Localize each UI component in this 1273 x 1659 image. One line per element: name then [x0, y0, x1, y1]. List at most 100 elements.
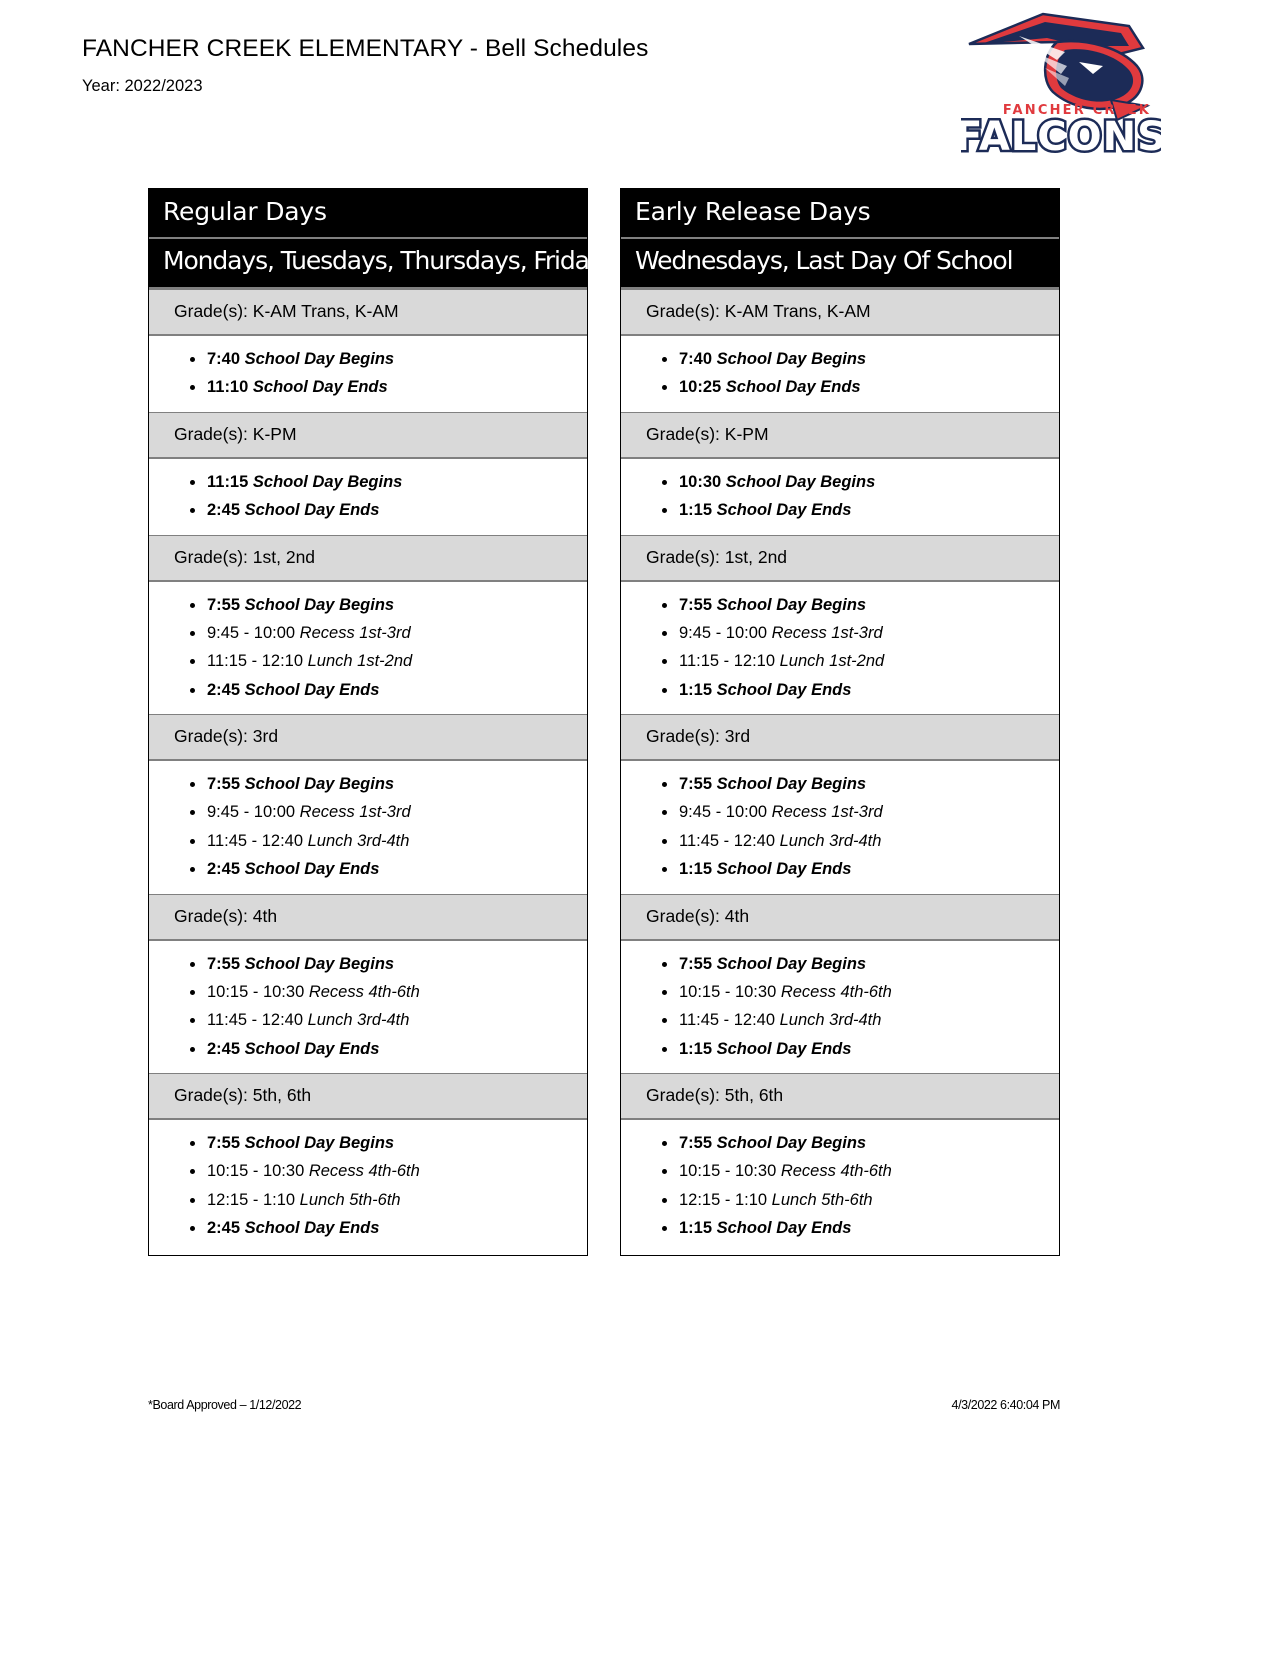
event-label: Recess 4th-6th: [308, 982, 420, 1001]
event-label: School Day Begins: [244, 350, 395, 368]
grade-events: 7:40 School Day Begins 11:10 School Day E…: [149, 336, 587, 412]
event-item: 1:15 School Day Ends: [662, 1214, 1059, 1242]
event-list: 11:15 School Day Begins 2:45 School Day E…: [149, 468, 587, 525]
grade-header: Grade(s): 5th, 6th: [149, 1073, 587, 1120]
event-list: 7:55 School Day Begins 10:15 - 10:30 Rece…: [149, 950, 587, 1064]
event-label: School Day Begins: [716, 1134, 867, 1152]
event-label: School Day Ends: [716, 501, 852, 520]
event-label: School Day Begins: [244, 775, 395, 793]
grade-events: 7:55 School Day Begins 10:15 - 10:30 Rece…: [149, 940, 587, 1073]
event-label: School Day Ends: [244, 860, 380, 879]
logo-mascot-text: FALCONS: [961, 112, 1161, 159]
event-label: Lunch 5th-6th: [299, 1190, 401, 1209]
event-item: 1:15 School Day Ends: [662, 676, 1059, 704]
event-item: 7:55 School Day Begins: [662, 591, 1059, 619]
event-time: 11:45 - 12:40: [207, 1011, 304, 1030]
event-list: 7:55 School Day Begins 9:45 - 10:00 Reces…: [621, 770, 1059, 884]
event-label: Recess 1st-3rd: [299, 803, 411, 822]
event-list: 7:55 School Day Begins 10:15 - 10:30 Rece…: [149, 1129, 587, 1243]
event-item: 10:15 - 10:30 Recess 4th-6th: [662, 978, 1059, 1006]
event-item: 11:10 School Day Ends: [190, 373, 587, 401]
board-approval-note: *Board Approved – 1/12/2022: [148, 1398, 302, 1412]
page-title: FANCHER CREEK ELEMENTARY - Bell Schedule…: [82, 35, 649, 62]
event-label: School Day Begins: [725, 472, 876, 491]
event-time: 7:55: [207, 954, 241, 973]
grade-events: 7:55 School Day Begins 9:45 - 10:00 Reces…: [149, 761, 587, 894]
event-time: 12:15 - 1:10: [207, 1190, 296, 1209]
event-label: School Day Ends: [725, 378, 861, 397]
event-time: 9:45 - 10:00: [679, 623, 768, 642]
event-item: 9:45 - 10:00 Recess 1st-3rd: [190, 619, 587, 647]
grade-events: 7:40 School Day Begins 10:25 School Day E…: [621, 336, 1059, 412]
grade-events: 7:55 School Day Begins 9:45 - 10:00 Reces…: [149, 581, 587, 714]
event-list: 7:55 School Day Begins 10:15 - 10:30 Rece…: [621, 1129, 1059, 1243]
event-item: 2:45 School Day Ends: [190, 1214, 587, 1242]
event-time: 7:55: [207, 1134, 241, 1152]
event-time: 7:55: [679, 775, 713, 793]
event-time: 12:15 - 1:10: [679, 1190, 768, 1209]
event-item: 12:15 - 1:10 Lunch 5th-6th: [190, 1186, 587, 1214]
event-label: School Day Ends: [716, 860, 852, 879]
document-header: FANCHER CREEK ELEMENTARY - Bell Schedule…: [82, 34, 942, 96]
event-label: School Day Ends: [244, 680, 380, 699]
grade-header: Grade(s): K-PM: [149, 411, 587, 459]
event-time: 7:55: [679, 595, 713, 614]
event-label: School Day Ends: [716, 1039, 852, 1058]
event-label: School Day Ends: [244, 1039, 380, 1058]
event-item: 10:25 School Day Ends: [662, 373, 1059, 401]
event-time: 1:15: [679, 1219, 713, 1238]
event-time: 11:45 - 12:40: [207, 831, 304, 850]
schedule-table-days: Wednesdays, Last Day Of School: [621, 239, 1059, 289]
event-label: School Day Ends: [244, 501, 380, 520]
event-time: 10:15 - 10:30: [207, 1162, 305, 1181]
event-time: 9:45 - 10:00: [679, 803, 768, 822]
event-item: 11:45 - 12:40 Lunch 3rd-4th: [190, 827, 587, 855]
grade-events: 7:55 School Day Begins 10:15 - 10:30 Rece…: [149, 1120, 587, 1255]
event-label: Lunch 1st-2nd: [779, 652, 885, 671]
event-item: 11:15 - 12:10 Lunch 1st-2nd: [190, 647, 587, 675]
event-item: 10:15 - 10:30 Recess 4th-6th: [190, 978, 587, 1006]
grade-section: Grade(s): 3rd 7:55 School Day Begins 9:45 …: [621, 714, 1059, 894]
event-label: Lunch 1st-2nd: [307, 652, 413, 671]
grade-section: Grade(s): K-PM 10:30 School Day Begins 1:1…: [621, 411, 1059, 535]
schedule-table-days: Mondays, Tuesdays, Thursdays, Fridays: [149, 239, 616, 289]
grade-header: Grade(s): 3rd: [149, 714, 587, 761]
event-item: 7:55 School Day Begins: [662, 1129, 1059, 1157]
grade-section: Grade(s): K-AM Trans, K-AM 7:40 School Da…: [149, 289, 587, 412]
grade-events: 11:15 School Day Begins 2:45 School Day E…: [149, 458, 587, 535]
grade-section: Grade(s): K-PM 11:15 School Day Begins 2:4…: [149, 411, 587, 535]
event-item: 1:15 School Day Ends: [662, 1035, 1059, 1063]
grade-header: Grade(s): 1st, 2nd: [149, 534, 587, 582]
event-time: 11:10: [207, 378, 249, 397]
event-label: Recess 4th-6th: [780, 982, 892, 1001]
event-item: 2:45 School Day Ends: [190, 676, 587, 704]
event-label: Recess 4th-6th: [308, 1162, 420, 1181]
event-item: 1:15 School Day Ends: [662, 496, 1059, 524]
event-label: School Day Begins: [244, 954, 395, 973]
event-time: 10:15 - 10:30: [679, 982, 777, 1001]
event-item: 9:45 - 10:00 Recess 1st-3rd: [190, 798, 587, 826]
event-label: Recess 1st-3rd: [299, 623, 411, 642]
grade-header: Grade(s): 3rd: [621, 714, 1059, 761]
event-time: 1:15: [679, 860, 713, 879]
grade-events: 7:55 School Day Begins 10:15 - 10:30 Rece…: [621, 940, 1059, 1073]
event-item: 7:55 School Day Begins: [190, 770, 587, 798]
svg-text:FALCONS: FALCONS: [961, 114, 1161, 158]
event-time: 7:40: [679, 350, 713, 368]
fancher-creek-falcons-logo: FANCHER CREEK FALCONS: [961, 8, 1161, 158]
event-label: Lunch 3rd-4th: [307, 1011, 410, 1030]
event-label: School Day Begins: [716, 595, 867, 614]
event-item: 2:45 School Day Ends: [190, 1035, 587, 1063]
schedule-table-title: Regular Days: [149, 189, 587, 239]
event-item: 7:55 School Day Begins: [662, 770, 1059, 798]
grade-section: Grade(s): 5th, 6th 7:55 School Day Begins…: [621, 1073, 1059, 1255]
event-time: 7:55: [207, 595, 241, 614]
event-time: 9:45 - 10:00: [207, 623, 296, 642]
event-time: 1:15: [679, 1039, 713, 1058]
event-time: 11:45 - 12:40: [679, 831, 776, 850]
grade-section: Grade(s): 4th 7:55 School Day Begins 10:15…: [621, 893, 1059, 1073]
event-time: 2:45: [207, 860, 241, 879]
event-item: 9:45 - 10:00 Recess 1st-3rd: [662, 619, 1059, 647]
bell-schedule-tables: Regular Days Mondays, Tuesdays, Thursdays…: [148, 188, 1060, 1256]
grade-header: Grade(s): K-PM: [621, 411, 1059, 459]
